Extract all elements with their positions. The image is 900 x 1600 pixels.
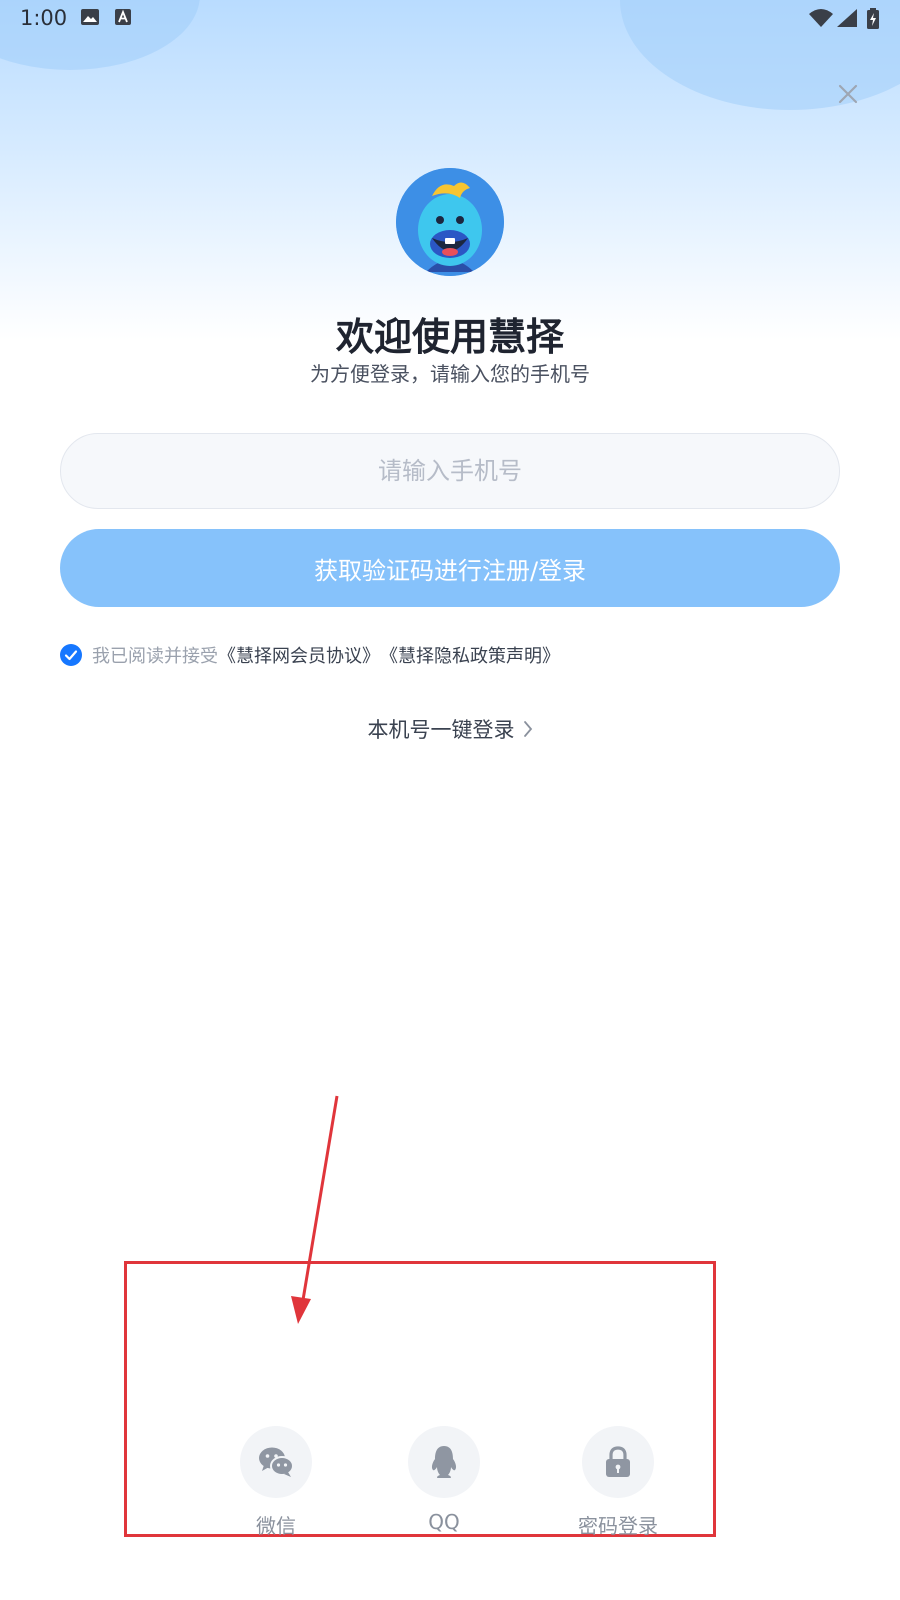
qq-login-button[interactable]: QQ: [384, 1426, 504, 1534]
lock-icon-circle: [582, 1426, 654, 1498]
agreement-prefix: 我已阅读并接受: [92, 646, 218, 667]
signal-icon: [837, 9, 857, 27]
agreement-row: 我已阅读并接受 《慧择网会员协议》 《慧择隐私政策声明》: [60, 642, 560, 668]
wechat-login-label: 微信: [256, 1514, 296, 1538]
chevron-right-icon: [523, 721, 532, 737]
a-icon: [115, 9, 131, 25]
one-click-login-label: 本机号一键登录: [367, 718, 515, 742]
status-bar: 1:00: [0, 0, 900, 36]
battery-icon: [867, 8, 879, 29]
privacy-policy-link[interactable]: 《慧择隐私政策声明》: [380, 642, 560, 668]
close-icon: [838, 84, 858, 104]
page-title: 欢迎使用慧择: [335, 315, 564, 359]
wechat-icon-circle: [240, 1426, 312, 1498]
page-subtitle: 为方便登录，请输入您的手机号: [310, 362, 590, 386]
lock-icon: [606, 1446, 630, 1477]
one-click-login-link[interactable]: 本机号一键登录: [0, 714, 900, 744]
qq-icon: [431, 1446, 457, 1478]
get-code-login-button[interactable]: 获取验证码进行注册/登录: [60, 529, 840, 607]
mascot-icon: [396, 168, 504, 276]
wechat-login-button[interactable]: 微信: [216, 1426, 336, 1539]
wechat-icon: [259, 1447, 294, 1477]
qq-login-label: QQ: [428, 1510, 460, 1534]
image-icon: [81, 9, 99, 25]
phone-number-input[interactable]: [60, 433, 840, 509]
member-agreement-link[interactable]: 《慧择网会员协议》: [218, 642, 380, 668]
password-login-label: 密码登录: [578, 1514, 658, 1538]
mascot-avatar: [396, 168, 504, 276]
status-time: 1:00: [20, 6, 68, 30]
wifi-icon: [809, 9, 833, 27]
agreement-checkbox[interactable]: [60, 644, 82, 666]
qq-icon-circle: [408, 1426, 480, 1498]
close-button[interactable]: [834, 80, 862, 108]
password-login-button[interactable]: 密码登录: [558, 1426, 678, 1539]
